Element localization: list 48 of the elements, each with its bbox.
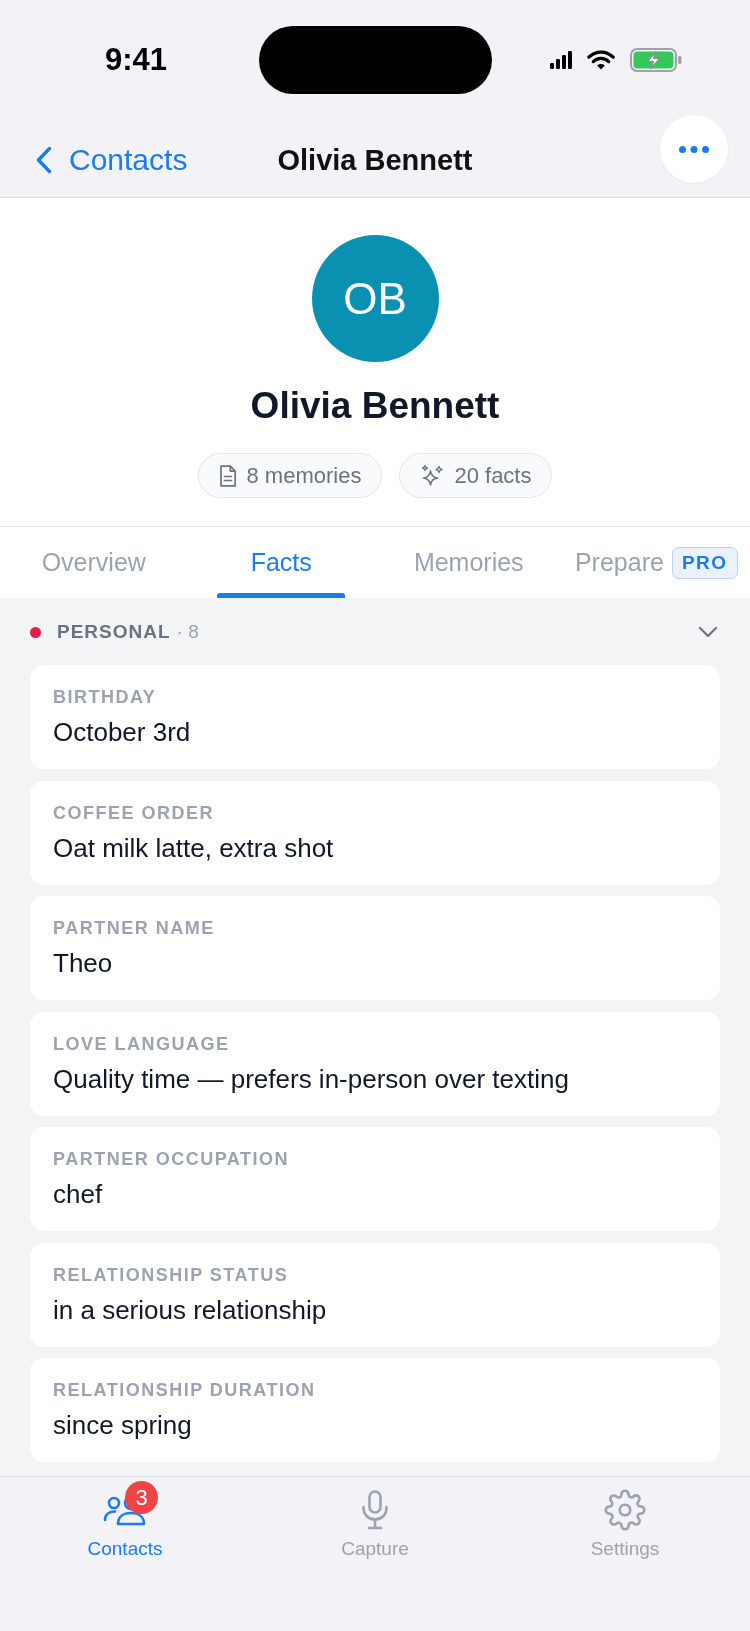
fact-card[interactable]: COFFEE ORDER Oat milk latte, extra shot <box>30 780 720 885</box>
tab-bar-item[interactable]: 3 Contacts <box>0 1481 250 1565</box>
fact-label: RELATIONSHIP STATUS <box>53 1263 289 1286</box>
fact-card[interactable]: PARTNER OCCUPATION chef <box>30 1127 720 1231</box>
microphone-icon <box>361 1490 389 1530</box>
fact-value: in a serious relationship <box>53 1293 327 1326</box>
fact-label: PARTNER NAME <box>53 917 215 939</box>
fact-value: chef <box>53 1178 103 1210</box>
fact-card[interactable]: PARTNER NAME Theo <box>30 896 720 1000</box>
wifi-icon <box>587 50 615 70</box>
chip-label: 20 facts <box>454 462 532 489</box>
section-title: PERSONAL <box>57 621 171 643</box>
battery-charging-icon <box>630 48 682 72</box>
fact-value: Oat milk latte, extra shot <box>53 831 334 864</box>
fact-label: COFFEE ORDER <box>53 801 214 824</box>
fact-card[interactable]: RELATIONSHIP DURATION since spring <box>30 1358 720 1462</box>
tab[interactable]: Overview <box>0 527 188 598</box>
section-count: · 8 <box>176 621 199 643</box>
back-button[interactable]: Contacts <box>36 141 188 178</box>
chevron-left-icon <box>36 145 52 174</box>
document-icon <box>218 464 237 487</box>
fact-value: October 3rd <box>53 716 191 748</box>
fact-card[interactable]: BIRTHDAY October 3rd <box>30 665 720 769</box>
contact-name: Olivia Bennett <box>250 384 500 428</box>
fact-card[interactable]: LOVE LANGUAGE Quality time — prefers in-person over texting <box>30 1011 720 1116</box>
tab-bar-item[interactable]: Settings <box>500 1481 750 1565</box>
signal-icon <box>550 51 572 69</box>
chip-label: 8 memories <box>246 462 362 489</box>
tab[interactable]: Memories <box>375 527 563 598</box>
tab[interactable]: Facts <box>187 527 375 598</box>
fact-value: since spring <box>53 1409 192 1441</box>
fact-card[interactable]: RELATIONSHIP STATUS in a serious relationship <box>30 1242 720 1347</box>
notification-badge: 3 <box>125 1481 158 1514</box>
fact-value: Theo <box>53 947 113 979</box>
status-time: 9:41 <box>105 42 168 78</box>
nav-title: Olivia Bennett <box>277 142 473 178</box>
avatar: OB <box>311 235 439 362</box>
fact-label: BIRTHDAY <box>53 686 157 708</box>
fact-label: PARTNER OCCUPATION <box>53 1148 289 1170</box>
pro-badge: PRO <box>671 546 738 579</box>
tab[interactable]: Prepare PRO <box>562 527 750 598</box>
fact-label: LOVE LANGUAGE <box>53 1032 230 1055</box>
settings-icon <box>604 1489 646 1531</box>
sparkles-icon <box>420 463 445 488</box>
fact-value: Quality time — prefers in-person over texting <box>53 1062 569 1095</box>
tab-bar-item[interactable]: Capture <box>250 1481 500 1565</box>
more-icon <box>679 145 709 153</box>
fact-label: RELATIONSHIP DURATION <box>53 1379 316 1401</box>
